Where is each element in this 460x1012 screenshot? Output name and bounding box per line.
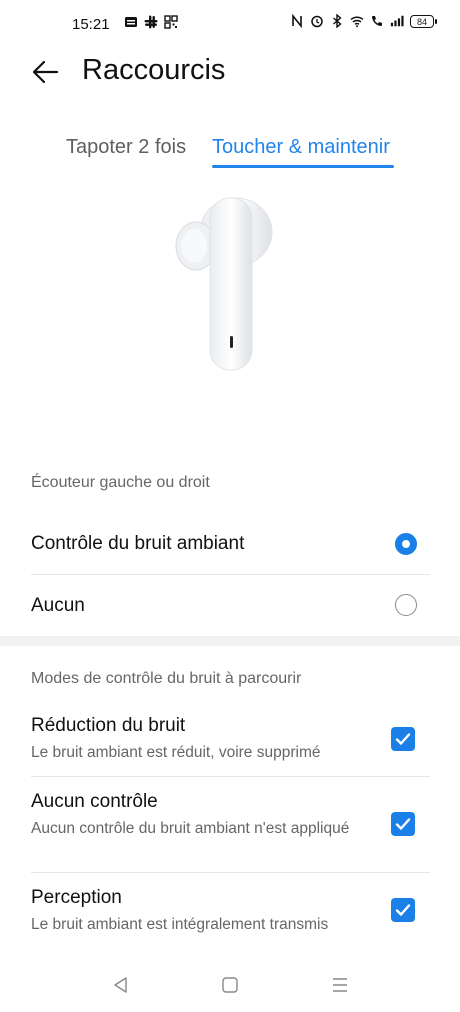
status-right-icons: 84: [290, 14, 437, 28]
mode-title: Perception: [31, 887, 122, 908]
option-ambient-noise-control[interactable]: Contrôle du bruit ambiant: [31, 533, 431, 555]
checkmark-icon: [395, 733, 411, 745]
tab-double-tap[interactable]: Tapoter 2 fois: [66, 136, 186, 159]
checkbox-perception[interactable]: [391, 898, 415, 922]
back-triangle-icon[interactable]: [110, 974, 132, 996]
mode-title: Réduction du bruit: [31, 715, 186, 736]
earbud-image: [175, 197, 273, 371]
slack-icon: [144, 15, 158, 29]
call-icon: [372, 16, 382, 26]
tab-active-indicator: [212, 165, 394, 168]
app-header: Raccourcis: [0, 50, 460, 100]
wifi-icon: [350, 16, 364, 28]
signal-icon: [390, 15, 404, 27]
tab-bar: Tapoter 2 fois Toucher & maintenir: [0, 132, 460, 172]
radio-ambient-noise-control[interactable]: [395, 533, 417, 555]
back-button[interactable]: [30, 56, 62, 88]
alarm-icon: [311, 15, 323, 28]
checkmark-icon: [395, 904, 411, 916]
divider: [31, 872, 430, 873]
nfc-icon: [292, 14, 302, 28]
section-label-noise-modes: Modes de contrôle du bruit à parcourir: [31, 670, 302, 687]
bluetooth-icon: [333, 14, 342, 28]
navigation-bar: [0, 960, 460, 1012]
checkbox-no-control[interactable]: [391, 812, 415, 836]
mode-title: Aucun contrôle: [31, 791, 158, 812]
mode-noise-reduction[interactable]: Réduction du bruit Le bruit ambiant est …: [31, 715, 381, 763]
page-title: Raccourcis: [82, 54, 226, 86]
menu-lines-icon[interactable]: [329, 974, 351, 996]
section-separator: [0, 636, 460, 646]
option-label: Aucun: [31, 595, 85, 616]
home-square-icon[interactable]: [219, 974, 241, 996]
radio-none[interactable]: [395, 594, 417, 616]
mode-subtitle: Le bruit ambiant est intégralement trans…: [31, 916, 329, 933]
qr-icon: [164, 15, 178, 29]
divider: [31, 776, 430, 777]
option-none[interactable]: Aucun: [31, 595, 431, 617]
mode-subtitle: Aucun contrôle du bruit ambiant n'est ap…: [31, 820, 350, 837]
status-left-icons: [124, 15, 178, 29]
checkmark-icon: [395, 818, 411, 830]
mode-subtitle: Le bruit ambiant est réduit, voire suppr…: [31, 744, 321, 761]
tab-touch-and-hold[interactable]: Toucher & maintenir: [212, 136, 390, 159]
mode-perception[interactable]: Perception Le bruit ambiant est intégral…: [31, 887, 381, 935]
status-bar: 15:21 84: [0, 0, 460, 50]
notification-icon: [125, 17, 137, 27]
checkbox-noise-reduction[interactable]: [391, 727, 415, 751]
option-label: Contrôle du bruit ambiant: [31, 533, 245, 554]
section-label-earbud: Écouteur gauche ou droit: [31, 474, 210, 491]
status-time: 15:21: [72, 16, 110, 33]
battery-icon: 84: [410, 14, 437, 28]
divider: [31, 574, 430, 575]
mode-no-control[interactable]: Aucun contrôle Aucun contrôle du bruit a…: [31, 791, 351, 839]
arrow-left-icon: [32, 60, 59, 84]
